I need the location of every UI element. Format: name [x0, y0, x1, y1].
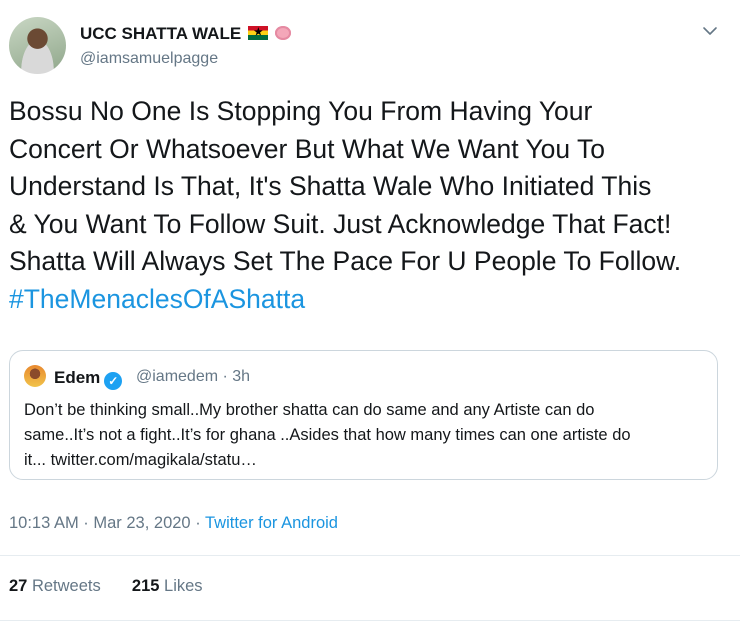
likes-label: Likes — [159, 577, 203, 595]
tweet-card: UCC SHATTA WALE ★ @iamsamuelpagge Bossu … — [0, 0, 740, 621]
chevron-down-icon[interactable] — [702, 23, 718, 39]
quoted-text: Don’t be thinking small..My brother shat… — [24, 398, 709, 473]
author-name-text: UCC SHATTA WALE — [80, 24, 242, 43]
tweet-source-link[interactable]: Twitter for Android — [205, 514, 338, 532]
likes-stat[interactable]: 215 Likes — [132, 577, 203, 595]
tweet-line: & You Want To Follow Suit. Just Acknowle… — [9, 208, 672, 239]
tweet-line: Concert Or Whatsoever But What We Want Y… — [9, 133, 606, 164]
hashtag-link[interactable]: #TheMenaclesOfAShatta — [9, 281, 734, 319]
ghana-flag-icon: ★ — [247, 26, 268, 40]
verified-badge-icon: ✓ — [104, 372, 123, 390]
retweets-count: 27 — [9, 577, 28, 595]
tweet-line: Bossu No One Is Stopping You From Having… — [9, 96, 593, 126]
author-avatar[interactable] — [9, 17, 66, 74]
quoted-line: same..It’s not a fight..It’s for ghana .… — [24, 426, 631, 444]
quoted-author-name: Edem ✓ — [54, 368, 123, 390]
tweet-timestamp[interactable]: 10:13 AM · Mar 23, 2020 · — [9, 514, 205, 532]
tweet-line: Shatta Will Always Set The Pace For U Pe… — [9, 246, 682, 276]
retweets-label: Retweets — [27, 577, 101, 595]
quoted-author-avatar — [24, 365, 46, 387]
author-display-name[interactable]: UCC SHATTA WALE ★ — [80, 24, 291, 44]
tweet-text: Bossu No One Is Stopping You From Having… — [9, 93, 734, 318]
retweets-stat[interactable]: 27 Retweets — [9, 577, 101, 595]
likes-count: 215 — [131, 577, 160, 595]
tweet-line: Understand Is That, It's Shatta Wale Who… — [9, 171, 652, 201]
quoted-line: it... twitter.com/magikala/statu… — [24, 451, 257, 469]
divider — [0, 555, 740, 556]
quoted-author-name-text: Edem — [54, 368, 101, 387]
brain-icon — [274, 26, 291, 40]
engagement-stats: 27 Retweets 215 Likes — [9, 577, 203, 596]
quoted-handle-time: @iamedem · 3h — [136, 368, 251, 385]
tweet-metadata: 10:13 AM · Mar 23, 2020 · Twitter for An… — [9, 514, 338, 533]
quoted-line: Don’t be thinking small..My brother shat… — [24, 401, 595, 419]
author-handle[interactable]: @iamsamuelpagge — [80, 50, 218, 68]
quoted-tweet[interactable]: Edem ✓ @iamedem · 3h Don’t be thinking sm… — [9, 350, 718, 480]
